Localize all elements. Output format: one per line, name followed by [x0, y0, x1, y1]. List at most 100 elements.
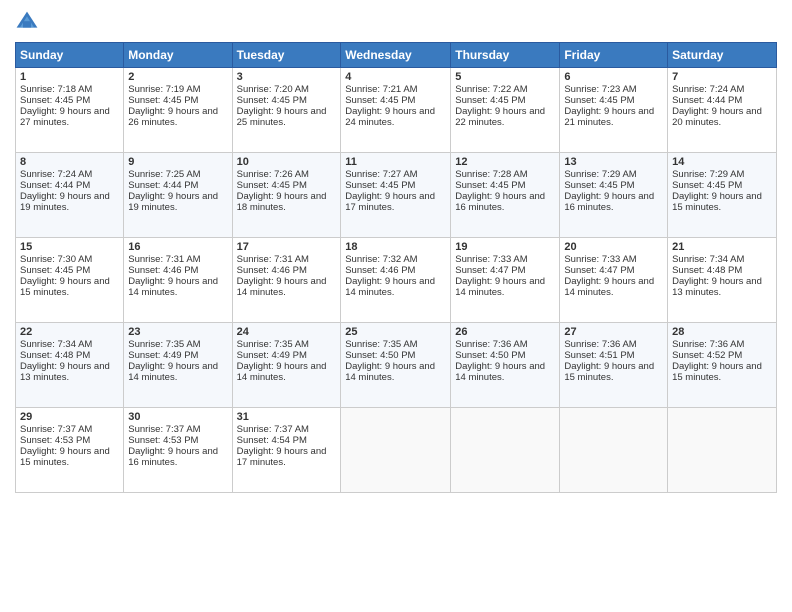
daylight-label: Daylight: 9 hours and 15 minutes. [564, 361, 654, 383]
sunrise-label: Sunrise: 7:31 AM [128, 254, 200, 265]
calendar-week-2: 8Sunrise: 7:24 AMSunset: 4:44 PMDaylight… [16, 153, 777, 238]
day-number: 24 [237, 326, 337, 338]
sunrise-label: Sunrise: 7:28 AM [455, 169, 527, 180]
daylight-label: Daylight: 9 hours and 14 minutes. [237, 276, 327, 298]
day-header-saturday: Saturday [668, 43, 777, 68]
sunset-label: Sunset: 4:45 PM [672, 180, 742, 191]
daylight-label: Daylight: 9 hours and 15 minutes. [672, 191, 762, 213]
day-number: 7 [672, 71, 772, 83]
day-number: 2 [128, 71, 227, 83]
day-header-monday: Monday [124, 43, 232, 68]
daylight-label: Daylight: 9 hours and 25 minutes. [237, 106, 327, 128]
sunset-label: Sunset: 4:49 PM [128, 350, 198, 361]
day-number: 20 [564, 241, 663, 253]
calendar-cell: 4Sunrise: 7:21 AMSunset: 4:45 PMDaylight… [341, 68, 451, 153]
sunrise-label: Sunrise: 7:36 AM [455, 339, 527, 350]
calendar-week-3: 15Sunrise: 7:30 AMSunset: 4:45 PMDayligh… [16, 238, 777, 323]
daylight-label: Daylight: 9 hours and 26 minutes. [128, 106, 218, 128]
daylight-label: Daylight: 9 hours and 16 minutes. [564, 191, 654, 213]
header [15, 10, 777, 34]
calendar-week-4: 22Sunrise: 7:34 AMSunset: 4:48 PMDayligh… [16, 323, 777, 408]
sunset-label: Sunset: 4:47 PM [455, 265, 525, 276]
calendar-cell: 19Sunrise: 7:33 AMSunset: 4:47 PMDayligh… [451, 238, 560, 323]
calendar-table: SundayMondayTuesdayWednesdayThursdayFrid… [15, 42, 777, 493]
sunrise-label: Sunrise: 7:30 AM [20, 254, 92, 265]
sunrise-label: Sunrise: 7:22 AM [455, 84, 527, 95]
sunset-label: Sunset: 4:45 PM [345, 180, 415, 191]
calendar-cell: 11Sunrise: 7:27 AMSunset: 4:45 PMDayligh… [341, 153, 451, 238]
day-number: 12 [455, 156, 555, 168]
daylight-label: Daylight: 9 hours and 21 minutes. [564, 106, 654, 128]
day-number: 25 [345, 326, 446, 338]
calendar-cell: 22Sunrise: 7:34 AMSunset: 4:48 PMDayligh… [16, 323, 124, 408]
day-number: 19 [455, 241, 555, 253]
sunset-label: Sunset: 4:46 PM [237, 265, 307, 276]
daylight-label: Daylight: 9 hours and 22 minutes. [455, 106, 545, 128]
day-header-thursday: Thursday [451, 43, 560, 68]
calendar-cell: 26Sunrise: 7:36 AMSunset: 4:50 PMDayligh… [451, 323, 560, 408]
day-number: 22 [20, 326, 119, 338]
day-header-tuesday: Tuesday [232, 43, 341, 68]
sunset-label: Sunset: 4:48 PM [20, 350, 90, 361]
calendar-cell: 29Sunrise: 7:37 AMSunset: 4:53 PMDayligh… [16, 408, 124, 493]
sunrise-label: Sunrise: 7:23 AM [564, 84, 636, 95]
day-number: 27 [564, 326, 663, 338]
calendar-cell: 25Sunrise: 7:35 AMSunset: 4:50 PMDayligh… [341, 323, 451, 408]
sunset-label: Sunset: 4:47 PM [564, 265, 634, 276]
daylight-label: Daylight: 9 hours and 16 minutes. [455, 191, 545, 213]
sunset-label: Sunset: 4:45 PM [564, 95, 634, 106]
day-number: 13 [564, 156, 663, 168]
day-number: 17 [237, 241, 337, 253]
day-number: 29 [20, 411, 119, 423]
sunrise-label: Sunrise: 7:31 AM [237, 254, 309, 265]
daylight-label: Daylight: 9 hours and 14 minutes. [455, 276, 545, 298]
calendar-cell: 12Sunrise: 7:28 AMSunset: 4:45 PMDayligh… [451, 153, 560, 238]
day-number: 14 [672, 156, 772, 168]
daylight-label: Daylight: 9 hours and 14 minutes. [455, 361, 545, 383]
sunset-label: Sunset: 4:51 PM [564, 350, 634, 361]
sunset-label: Sunset: 4:45 PM [20, 265, 90, 276]
calendar-cell [560, 408, 668, 493]
calendar-cell: 2Sunrise: 7:19 AMSunset: 4:45 PMDaylight… [124, 68, 232, 153]
daylight-label: Daylight: 9 hours and 14 minutes. [128, 276, 218, 298]
sunrise-label: Sunrise: 7:29 AM [672, 169, 744, 180]
daylight-label: Daylight: 9 hours and 13 minutes. [20, 361, 110, 383]
day-number: 26 [455, 326, 555, 338]
day-number: 11 [345, 156, 446, 168]
sunset-label: Sunset: 4:45 PM [455, 95, 525, 106]
daylight-label: Daylight: 9 hours and 19 minutes. [20, 191, 110, 213]
calendar-cell: 18Sunrise: 7:32 AMSunset: 4:46 PMDayligh… [341, 238, 451, 323]
daylight-label: Daylight: 9 hours and 14 minutes. [345, 361, 435, 383]
day-number: 6 [564, 71, 663, 83]
calendar-cell: 17Sunrise: 7:31 AMSunset: 4:46 PMDayligh… [232, 238, 341, 323]
sunset-label: Sunset: 4:44 PM [128, 180, 198, 191]
calendar-cell: 8Sunrise: 7:24 AMSunset: 4:44 PMDaylight… [16, 153, 124, 238]
sunset-label: Sunset: 4:45 PM [237, 95, 307, 106]
logo-icon [15, 10, 39, 34]
calendar-header-row: SundayMondayTuesdayWednesdayThursdayFrid… [16, 43, 777, 68]
calendar-cell: 3Sunrise: 7:20 AMSunset: 4:45 PMDaylight… [232, 68, 341, 153]
sunrise-label: Sunrise: 7:34 AM [20, 339, 92, 350]
daylight-label: Daylight: 9 hours and 13 minutes. [672, 276, 762, 298]
sunset-label: Sunset: 4:45 PM [564, 180, 634, 191]
day-number: 5 [455, 71, 555, 83]
logo [15, 10, 43, 34]
sunset-label: Sunset: 4:49 PM [237, 350, 307, 361]
daylight-label: Daylight: 9 hours and 17 minutes. [345, 191, 435, 213]
daylight-label: Daylight: 9 hours and 18 minutes. [237, 191, 327, 213]
daylight-label: Daylight: 9 hours and 14 minutes. [237, 361, 327, 383]
sunset-label: Sunset: 4:50 PM [455, 350, 525, 361]
day-number: 30 [128, 411, 227, 423]
calendar-cell: 13Sunrise: 7:29 AMSunset: 4:45 PMDayligh… [560, 153, 668, 238]
calendar-cell: 5Sunrise: 7:22 AMSunset: 4:45 PMDaylight… [451, 68, 560, 153]
sunrise-label: Sunrise: 7:37 AM [237, 424, 309, 435]
sunrise-label: Sunrise: 7:19 AM [128, 84, 200, 95]
sunrise-label: Sunrise: 7:33 AM [564, 254, 636, 265]
sunset-label: Sunset: 4:52 PM [672, 350, 742, 361]
daylight-label: Daylight: 9 hours and 19 minutes. [128, 191, 218, 213]
calendar-cell: 28Sunrise: 7:36 AMSunset: 4:52 PMDayligh… [668, 323, 777, 408]
sunrise-label: Sunrise: 7:20 AM [237, 84, 309, 95]
calendar-cell: 7Sunrise: 7:24 AMSunset: 4:44 PMDaylight… [668, 68, 777, 153]
sunrise-label: Sunrise: 7:36 AM [672, 339, 744, 350]
sunrise-label: Sunrise: 7:18 AM [20, 84, 92, 95]
